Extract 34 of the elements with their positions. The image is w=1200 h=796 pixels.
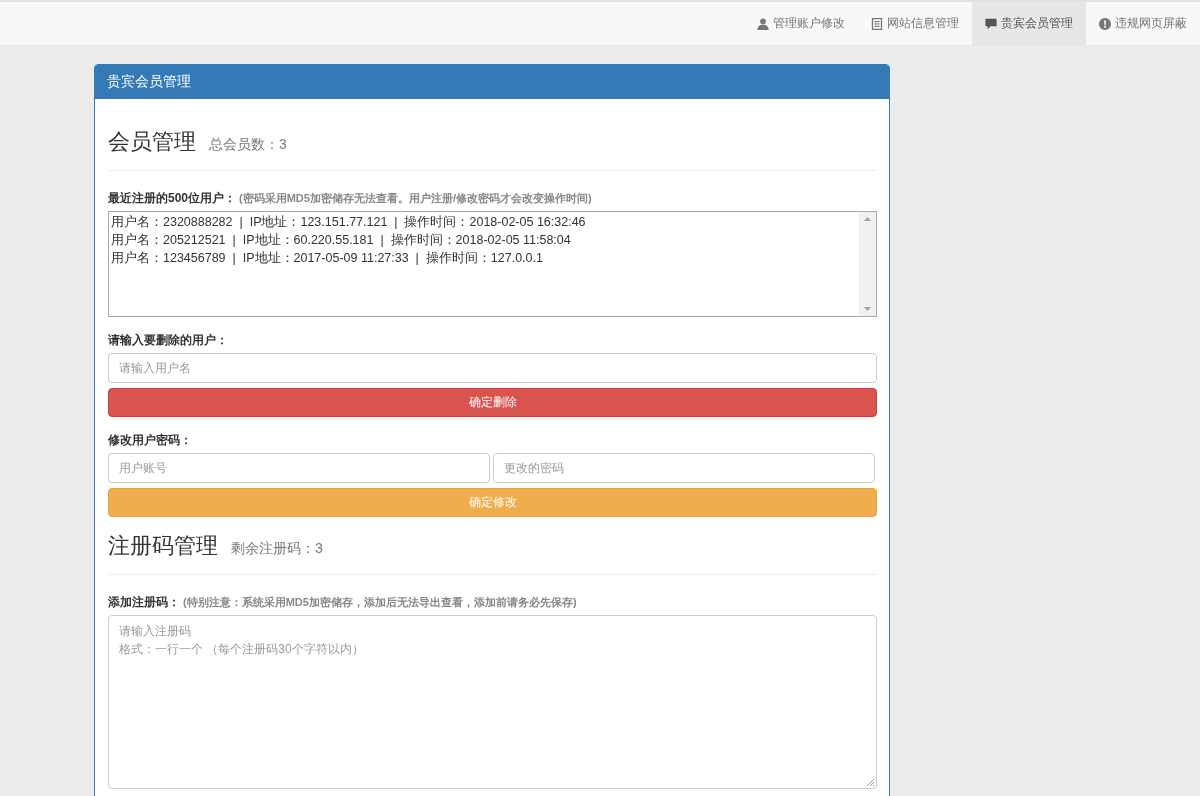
user-record-line: 用户名：123456789 | IP地址：2017-05-09 11:27:33 | 操作时间：127.0.0.1 bbox=[111, 250, 543, 267]
delete-button[interactable]: 确定删除 bbox=[108, 388, 877, 417]
nav-tab[interactable]: 管理账户修改 bbox=[744, 2, 858, 45]
placeholder-text: 格式：一行一个 （每个注册码30个字符以内） bbox=[119, 641, 364, 658]
account-input[interactable]: 用户账号 bbox=[108, 453, 490, 483]
scroll-up-arrow-icon[interactable] bbox=[864, 217, 871, 221]
scrollbar[interactable] bbox=[859, 212, 876, 316]
member-count: 总会员数：3 bbox=[209, 135, 287, 154]
section-heading: 注册码管理 bbox=[108, 534, 218, 558]
field-label: 最近注册的500位用户： bbox=[108, 191, 237, 205]
field-label: 修改用户密码： bbox=[108, 433, 192, 447]
speech-bubble-icon bbox=[985, 17, 997, 30]
field-label: 请输入要删除的用户： bbox=[108, 333, 228, 347]
nav-tab[interactable]: 贵宾会员管理 bbox=[972, 2, 1086, 45]
scroll-down-arrow-icon[interactable] bbox=[864, 307, 871, 311]
section-heading: 会员管理 bbox=[108, 130, 196, 154]
placeholder-text: 请输入注册码 bbox=[119, 623, 191, 640]
alert-icon bbox=[1099, 17, 1111, 30]
username-input[interactable]: 请输入用户名 bbox=[108, 353, 877, 383]
panel-title: 贵宾会员管理 bbox=[95, 65, 889, 99]
user-icon bbox=[757, 17, 769, 30]
nav-tab[interactable]: 网站信息管理 bbox=[858, 2, 972, 45]
user-record-line: 用户名：2320888282 | IP地址：123.151.77.121 | 操作时间：2018-02-05 16:32:46 bbox=[111, 214, 586, 231]
nav-tab[interactable]: 违规网页屏蔽 bbox=[1086, 2, 1200, 45]
resize-grip-icon[interactable] bbox=[866, 778, 874, 786]
password-input[interactable]: 更改的密码 bbox=[493, 453, 875, 483]
code-input-area[interactable]: 请输入注册码 格式：一行一个 （每个注册码30个字符以内） bbox=[108, 615, 877, 789]
field-note: (特别注意：系统采用MD5加密储存，添加后无法导出查看，添加前请务必先保存) bbox=[183, 595, 577, 609]
user-record-line: 用户名：205212521 | IP地址：60.220.55.181 | 操作时间：2018-02-05 11:58:04 bbox=[111, 232, 571, 249]
field-note: (密码采用MD5加密储存无法查看。用户注册/修改密码才会改变操作时间) bbox=[239, 191, 592, 205]
code-count: 剩余注册码：3 bbox=[231, 539, 323, 558]
document-icon bbox=[871, 17, 883, 30]
field-label: 添加注册码： bbox=[108, 595, 180, 609]
user-list-field[interactable]: 用户名：2320888282 | IP地址：123.151.77.121 | 操作时间：2018-02-05 16:32:46 用户名：205212521 | IP地址：60.220.55.181 | 操作时间：2018-02-05 11:58:04 用户名：123456789 | IP地址：2017-05-09 11:27:33 | 操作时间：127.0.0.1 bbox=[108, 211, 877, 317]
